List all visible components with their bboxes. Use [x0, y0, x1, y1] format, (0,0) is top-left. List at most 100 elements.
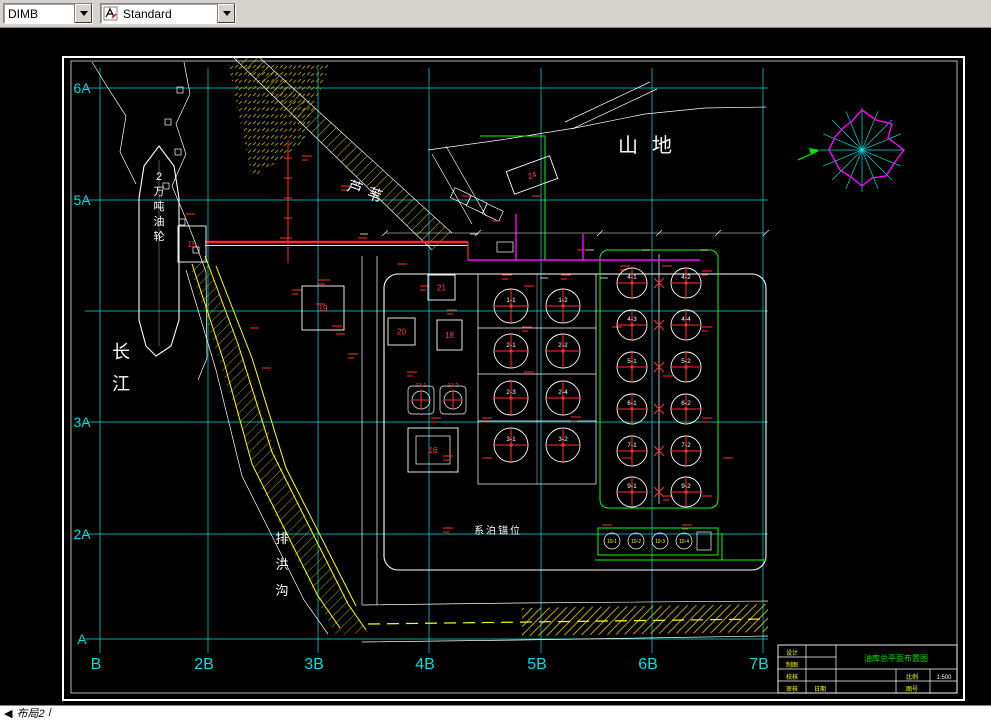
tank-center — [630, 365, 634, 369]
mountain-label: 山地 — [618, 134, 686, 157]
tank-center — [561, 349, 565, 353]
chevron-down-icon — [222, 11, 231, 16]
tank-center — [684, 490, 688, 494]
tank-center — [684, 449, 688, 453]
axis-label: 4B — [415, 656, 435, 673]
tank-label: 3-1 — [506, 436, 516, 443]
ship-label: 2 万吨油轮 — [154, 171, 165, 243]
building-label: 20 — [397, 328, 406, 337]
axis-label: 3B — [304, 656, 324, 673]
tank-center — [561, 304, 565, 308]
tank-label: 4-4 — [681, 316, 691, 323]
tank-center — [684, 281, 688, 285]
axis-label: 2A — [73, 526, 91, 542]
axis-label: B — [91, 656, 102, 673]
title-block-cell: 比例 — [906, 673, 918, 681]
tank-label: 9-2 — [681, 483, 691, 490]
small-tank-label: 10-2 — [631, 539, 641, 545]
river-bank-slope: 排洪沟 — [185, 255, 368, 636]
layout-tab[interactable]: 布局2 — [16, 705, 44, 720]
tab-separator: / — [48, 707, 52, 719]
tank-label: 5-2 — [681, 358, 691, 365]
storage-tanks: 1-1 1-2 2-1 2-2 2-3 2-4 3-1 3-2 4-1 4-2 4-3 4-4 5-1 5… — [493, 267, 702, 508]
tank-center — [684, 407, 688, 411]
tank-center — [630, 490, 634, 494]
styles-toolbar: DIMB Standard — [0, 0, 991, 28]
mooring-label: 系泊锚位 — [474, 524, 522, 537]
axis-label: A — [77, 631, 87, 647]
tank-center — [509, 349, 513, 353]
tank-label: 6-1 — [627, 400, 637, 407]
reed-marsh: 芦苇 — [228, 57, 453, 251]
dim-style-value: DIMB — [8, 6, 38, 21]
tank-center — [630, 323, 634, 327]
tank-center — [684, 365, 688, 369]
axis-label: 7B — [749, 656, 769, 673]
drawing-scale: 1:500 — [936, 675, 952, 681]
tank-center — [630, 449, 634, 453]
tank-label: 4-3 — [627, 316, 637, 323]
sheet-frame — [62, 56, 965, 701]
small-tank-label: 10-4 — [679, 539, 689, 545]
ditch-label: 排洪沟 — [275, 531, 288, 598]
pump-label: 17-1 — [415, 383, 426, 389]
drawing-title: 油库总平面布置图 — [864, 653, 928, 663]
title-block-cell: 日期 — [814, 685, 826, 693]
tank-center — [684, 323, 688, 327]
dim-style-combo[interactable]: DIMB — [3, 3, 93, 24]
small-tank-label: 10-1 — [607, 539, 617, 545]
oil-tanker-ship: 2 万吨油轮 — [138, 145, 180, 357]
building-label: 24 — [526, 170, 538, 182]
text-style-icon — [101, 4, 119, 23]
tank-label: 3-2 — [558, 436, 568, 443]
axis-label: 3A — [73, 414, 91, 430]
tank-center — [509, 396, 513, 400]
text-style-value: Standard — [123, 6, 172, 21]
building-label: 19 — [319, 304, 328, 313]
text-style-dropdown-button[interactable] — [217, 4, 235, 23]
pump-units: 17-1 17-2 — [411, 383, 463, 410]
wind-rose — [797, 108, 905, 192]
tank-label: 4-1 — [627, 274, 637, 281]
title-block-cell: 制图 — [786, 661, 798, 669]
mountain-area: 山地 — [427, 81, 767, 157]
text-style-combo[interactable]: Standard — [100, 3, 236, 24]
axis-label: 5A — [73, 192, 91, 208]
title-block-cell: 设计 — [786, 649, 798, 657]
tank-label: 2-1 — [506, 342, 516, 349]
tank-center — [630, 407, 634, 411]
chevron-down-icon — [79, 11, 88, 16]
pump-label: 17-2 — [447, 383, 458, 389]
tank-label: 2-3 — [506, 389, 516, 396]
tank-center — [561, 396, 565, 400]
title-block: 设计 制图 校核 审核 日期 油库总平面布置图 比例 1:500 图号 — [777, 644, 958, 694]
building-label: 15 — [188, 240, 197, 249]
title-block-cell: 校核 — [786, 673, 798, 681]
drawing-canvas[interactable]: B 2B 3B 4B 5B 6B 7B 6A 5A 3A 2A A 2 万吨油轮 长江 芦苇 — [0, 28, 991, 705]
road — [361, 600, 769, 643]
tank-label: 1-1 — [506, 297, 516, 304]
small-tanks: 10-1 10-2 10-3 10-4 — [603, 532, 693, 550]
tank-label: 7-2 — [681, 442, 691, 449]
title-block-cell: 图号 — [906, 686, 918, 693]
tank-center — [509, 443, 513, 447]
axis-label: 2B — [194, 656, 214, 673]
tank-label: 5-1 — [627, 358, 637, 365]
title-block-cell: 审核 — [786, 685, 798, 693]
small-tank-label: 10-3 — [655, 539, 665, 545]
building-label: 21 — [437, 284, 446, 293]
river-shoreline — [91, 61, 208, 381]
dim-style-dropdown-button[interactable] — [74, 4, 92, 23]
river-label: 长江 — [112, 342, 130, 394]
tank-center — [630, 281, 634, 285]
tank-label: 6-2 — [681, 400, 691, 407]
tab-scroll-icon[interactable]: ◀ — [4, 707, 12, 720]
axis-label: 6B — [638, 656, 658, 673]
cad-window: DIMB Standard B 2B 3B 4B 5B 6B 7B 6A 5A … — [0, 0, 991, 720]
tank-center — [561, 443, 565, 447]
tank-label: 2-2 — [558, 342, 568, 349]
tank-label: 2-4 — [558, 389, 568, 396]
tank-label: 1-2 — [558, 297, 568, 304]
axis-label: 6A — [73, 80, 91, 96]
tank-center — [509, 304, 513, 308]
